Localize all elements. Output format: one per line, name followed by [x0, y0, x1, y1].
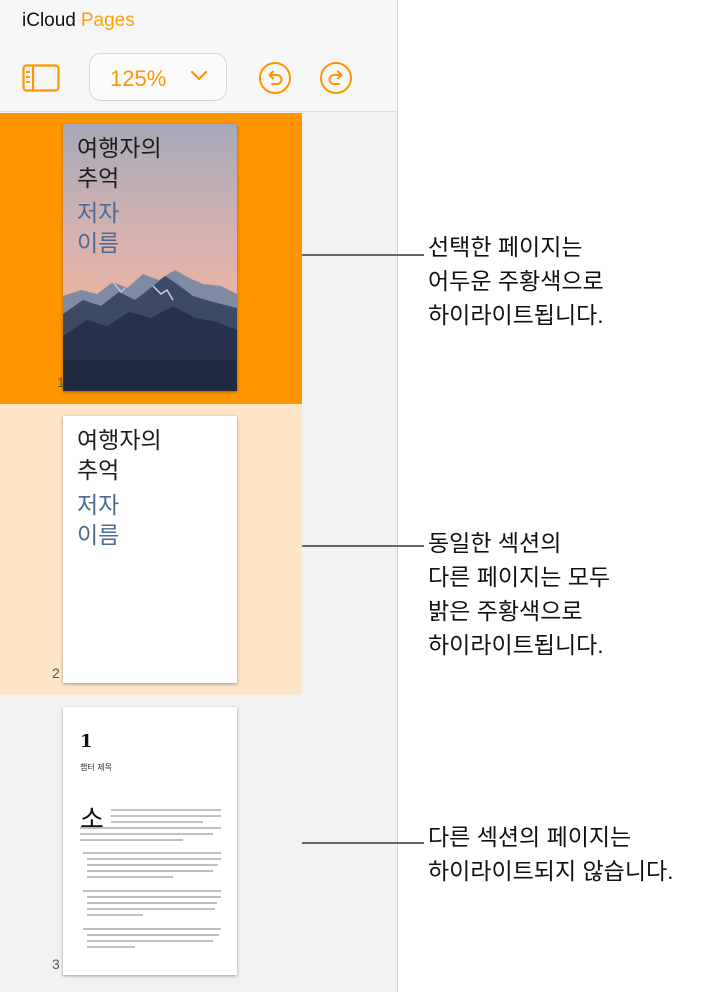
callout-other-section: 다른 섹션의 페이지는 하이라이트되지 않습니다.	[428, 824, 674, 884]
page-number: 2	[52, 665, 60, 681]
toolbar: iCloud Pages 125%	[0, 0, 397, 112]
callout-line	[302, 545, 424, 547]
page-title: 여행자의 추억	[77, 428, 162, 484]
zoom-value: 125%	[110, 66, 167, 91]
page-thumbnail-1[interactable]: 여행자의 추억 저자 이름	[63, 124, 237, 391]
author-name: 저자 이름	[77, 493, 120, 549]
callout-selected-page: 선택한 페이지는 어두운 주황색으로 하이라이트됩니다.	[428, 234, 604, 328]
callout-line	[302, 842, 424, 844]
brand-icloud: iCloud	[22, 10, 76, 31]
callout-same-section: 동일한 섹션의 다른 페이지는 모두 밝은 주황색으로 하이라이트됩니다.	[428, 530, 611, 658]
zoom-dropdown[interactable]: 125%	[89, 53, 227, 101]
chevron-down-icon	[190, 70, 208, 81]
app-title: iCloud Pages	[22, 10, 135, 32]
brand-pages: Pages	[80, 10, 135, 31]
undo-icon[interactable]	[258, 61, 292, 95]
sidebar-icon[interactable]	[22, 64, 60, 92]
body-text-lines	[80, 809, 221, 948]
callout-line	[302, 254, 424, 256]
page-number: 3	[52, 956, 60, 972]
page-thumbnail-3[interactable]: 1 챕터 제목 소	[63, 707, 237, 975]
page-thumbnail-2[interactable]: 여행자의 추억 저자 이름	[63, 416, 237, 683]
redo-icon[interactable]	[319, 61, 353, 95]
author-name: 저자 이름	[77, 201, 120, 257]
page-number: 1	[57, 374, 65, 390]
page-title: 여행자의 추억	[77, 136, 162, 192]
